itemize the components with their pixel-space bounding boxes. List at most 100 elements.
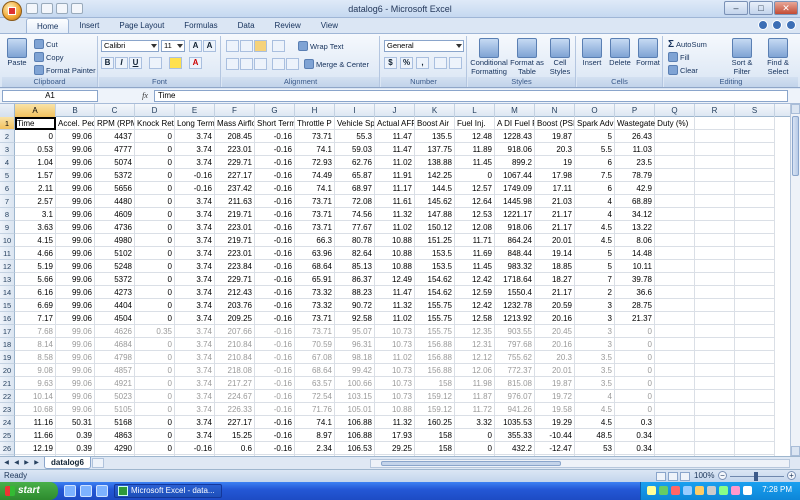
cell[interactable]: -0.16 [255,182,295,195]
cell[interactable] [735,143,775,156]
row-header[interactable]: 9 [0,221,15,234]
cell[interactable]: 12.06 [455,364,495,377]
cell[interactable]: 10.73 [375,390,415,403]
cell[interactable]: 755.62 [495,351,535,364]
cell[interactable] [695,416,735,429]
column-title-cell[interactable]: A DI Fuel Pr [495,117,535,130]
cell[interactable]: 73.71 [295,208,335,221]
cell[interactable]: 4857 [95,364,135,377]
cell[interactable]: 1.04 [15,156,56,169]
cell[interactable]: 73.71 [295,130,335,143]
cell[interactable]: 99.06 [56,377,95,390]
cell[interactable]: 90.72 [335,299,375,312]
cell[interactable]: 15.25 [215,429,255,442]
cell[interactable] [695,247,735,260]
cell[interactable] [735,273,775,286]
cell[interactable]: 797.68 [495,338,535,351]
cell[interactable]: 11.02 [375,351,415,364]
tray-icon-1[interactable] [647,486,656,495]
cell[interactable]: 0 [135,442,175,455]
cell[interactable]: 10.88 [375,260,415,273]
cell[interactable]: 158 [415,377,455,390]
column-title-cell[interactable]: Short Term [255,117,295,130]
cell[interactable]: 85.13 [335,260,375,273]
cell[interactable]: 6 [575,156,615,169]
cell[interactable]: -0.16 [255,364,295,377]
cell[interactable]: 0 [615,325,655,338]
cell[interactable]: 223.01 [215,143,255,156]
cell[interactable]: 17.98 [535,169,575,182]
cell[interactable]: 147.88 [415,208,455,221]
increase-indent-icon[interactable] [286,58,299,70]
cell[interactable]: 3.74 [175,208,215,221]
cell[interactable]: 105.01 [335,403,375,416]
cell[interactable]: 0 [135,195,175,208]
cell[interactable]: 226.33 [215,403,255,416]
cell[interactable]: 71.76 [295,403,335,416]
cell[interactable]: 219.71 [215,234,255,247]
cell[interactable]: 10.73 [375,377,415,390]
cell[interactable]: 4.66 [15,247,56,260]
cell[interactable] [695,364,735,377]
cell[interactable] [655,403,695,416]
cell[interactable]: 0.53 [15,143,56,156]
cell[interactable]: 11.03 [615,143,655,156]
cell[interactable]: 95.07 [335,325,375,338]
cell[interactable]: 3.74 [175,390,215,403]
tab-formulas[interactable]: Formulas [174,18,227,33]
cell[interactable]: 4921 [95,377,135,390]
taskbar-excel-button[interactable]: Microsoft Excel - data... [114,484,222,498]
cell[interactable]: 59.03 [335,143,375,156]
cell[interactable]: 88.23 [335,286,375,299]
cell[interactable] [655,169,695,182]
cell[interactable]: 0 [615,377,655,390]
cell[interactable]: 3.74 [175,416,215,429]
cell[interactable]: 0 [135,390,175,403]
cell[interactable]: 12.42 [455,299,495,312]
cell[interactable]: 4626 [95,325,135,338]
cell[interactable]: 203.76 [215,299,255,312]
cell[interactable]: 3.74 [175,195,215,208]
column-title-cell[interactable]: Mass Airflow [215,117,255,130]
percent-button[interactable]: % [400,57,413,69]
cell[interactable]: 28.75 [615,299,655,312]
cell[interactable]: 1232.78 [495,299,535,312]
cell[interactable]: 210.84 [215,338,255,351]
cell[interactable]: 99.06 [56,351,95,364]
cell[interactable]: 99.06 [56,221,95,234]
cell[interactable]: -0.16 [255,377,295,390]
cell[interactable]: 72.08 [335,195,375,208]
cell[interactable]: 2.34 [295,442,335,455]
column-title-cell[interactable]: Actual AFR [375,117,415,130]
cell[interactable]: -0.16 [255,416,295,429]
cell[interactable]: 10.73 [375,364,415,377]
cell[interactable]: 4.5 [575,416,615,429]
cell[interactable]: 6 [575,182,615,195]
cell[interactable]: 4273 [95,286,135,299]
tray-icon-6[interactable] [707,486,716,495]
cell[interactable]: 21.37 [615,312,655,325]
cell[interactable] [735,208,775,221]
row-header[interactable]: 24 [0,416,15,429]
cell[interactable]: 0 [455,169,495,182]
cell[interactable]: 0 [135,377,175,390]
cell[interactable]: 3.5 [575,351,615,364]
cell[interactable]: 5 [575,130,615,143]
cell[interactable]: 0 [135,156,175,169]
cell[interactable]: 99.06 [56,130,95,143]
cell[interactable]: 1213.92 [495,312,535,325]
cell[interactable]: -0.16 [255,221,295,234]
cell[interactable]: 5372 [95,169,135,182]
cell[interactable] [735,312,775,325]
fill-color-icon[interactable] [169,57,182,69]
cell[interactable]: 68.64 [295,364,335,377]
workbook-close-icon[interactable] [786,20,796,30]
cell[interactable]: 21.17 [535,286,575,299]
align-center-icon[interactable] [240,58,253,70]
cell[interactable]: 155.75 [415,299,455,312]
cell[interactable]: 21.03 [535,195,575,208]
cell[interactable]: 209.25 [215,312,255,325]
cell[interactable]: 17.11 [535,182,575,195]
cell[interactable]: 99.06 [56,208,95,221]
cell[interactable] [655,273,695,286]
